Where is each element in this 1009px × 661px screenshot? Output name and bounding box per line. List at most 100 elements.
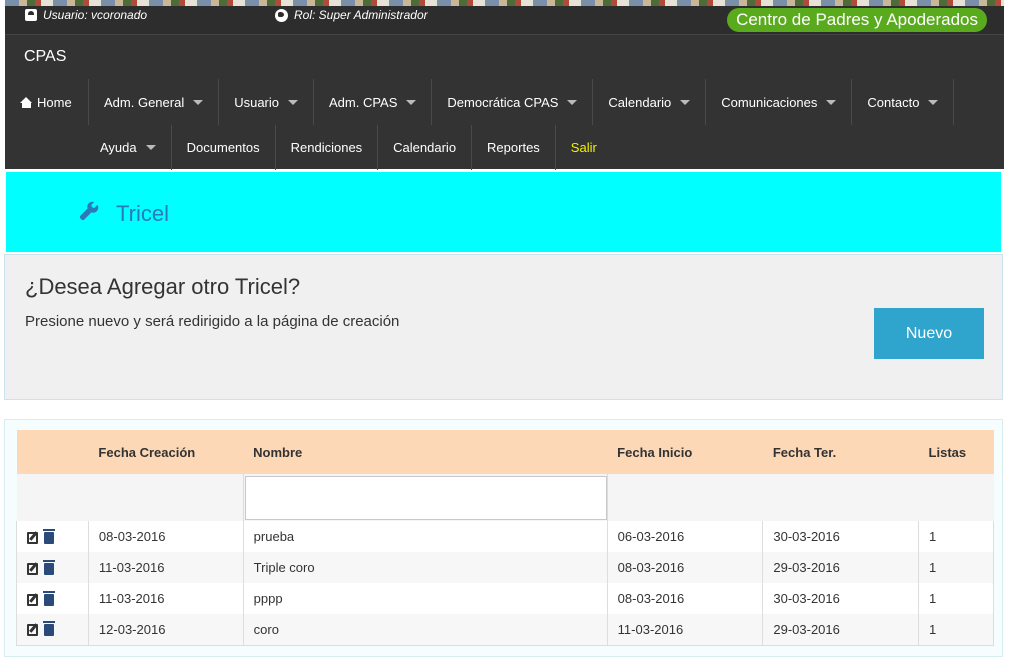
trash-icon[interactable] xyxy=(43,559,55,575)
cell-nombre: prueba xyxy=(242,521,608,552)
cell-nombre: Triple coro xyxy=(242,552,608,583)
cell-fecha-termino: 30-03-2016 xyxy=(762,521,920,552)
nav-label: Reportes xyxy=(487,140,540,155)
trash-icon[interactable] xyxy=(43,590,55,606)
nav-label: Comunicaciones xyxy=(721,94,818,110)
nav-label: Documentos xyxy=(186,140,260,155)
edit-icon[interactable] xyxy=(27,562,38,575)
nav-label: Calendario xyxy=(393,140,457,155)
nav-label: Ayuda xyxy=(100,140,137,155)
panel-description: Presione nuevo y será redirigido a la pá… xyxy=(25,313,400,330)
row-actions xyxy=(16,521,89,552)
cell-fecha-creacion: 12-03-2016 xyxy=(87,614,244,646)
nav-item-rendiciones[interactable]: Rendiciones xyxy=(276,125,379,170)
cell-fecha-inicio: 11-03-2016 xyxy=(606,614,764,646)
cell-listas: 1 xyxy=(918,521,994,552)
cell-nombre: coro xyxy=(242,614,608,646)
nav-item-adm-cpas[interactable]: Adm. CPAS xyxy=(314,79,433,125)
caret-down-icon xyxy=(193,99,204,105)
filter-cell xyxy=(88,474,244,521)
filter-cell xyxy=(607,474,763,521)
nav-label: Rendiciones xyxy=(290,140,363,155)
caret-down-icon xyxy=(826,99,837,105)
nav-item-reportes[interactable]: Reportes xyxy=(472,125,556,170)
page-header: Tricel xyxy=(6,172,1001,252)
row-actions xyxy=(16,552,89,583)
trash-icon[interactable] xyxy=(43,528,55,544)
cell-fecha-inicio: 08-03-2016 xyxy=(606,583,764,614)
edit-icon[interactable] xyxy=(27,531,38,544)
globe-icon xyxy=(275,8,288,22)
cell-fecha-inicio: 06-03-2016 xyxy=(606,521,764,552)
caret-down-icon xyxy=(680,99,691,105)
nav-item-calendario-2[interactable]: Calendario xyxy=(378,125,473,170)
column-header-actions xyxy=(16,430,89,474)
column-header-listas[interactable]: Listas xyxy=(918,430,994,474)
nav-item-home[interactable]: Home xyxy=(5,79,88,125)
cell-fecha-termino: 29-03-2016 xyxy=(762,614,920,646)
column-header-nombre[interactable]: Nombre xyxy=(243,430,608,474)
filter-cell xyxy=(918,474,994,521)
table-row: 11-03-2016 pppp 08-03-2016 30-03-2016 1 xyxy=(16,583,994,614)
org-badge: Centro de Padres y Apoderados xyxy=(727,8,987,32)
user-icon xyxy=(25,9,37,21)
nav-home-label: Home xyxy=(37,94,72,110)
table-header-row: Fecha Creación Nombre Fecha Inicio Fecha… xyxy=(16,430,994,474)
nav-item-usuario[interactable]: Usuario xyxy=(219,79,314,125)
table-row: 12-03-2016 coro 11-03-2016 29-03-2016 1 xyxy=(16,614,994,646)
table-row: 11-03-2016 Triple coro 08-03-2016 29-03-… xyxy=(16,552,994,583)
role-info: Rol: Super Administrador xyxy=(275,8,428,22)
nav-label: Salir xyxy=(570,140,597,155)
caret-down-icon xyxy=(567,99,578,105)
cell-fecha-creacion: 11-03-2016 xyxy=(87,552,244,583)
column-header-fecha-creacion[interactable]: Fecha Creación xyxy=(88,430,244,474)
nav-label: Calendario xyxy=(608,94,672,110)
brand-label[interactable]: CPAS xyxy=(24,48,66,66)
top-banner: Usuario: vcoronado Rol: Super Administra… xyxy=(5,0,1004,34)
main-navbar: CPAS Home Adm. General Usuario Adm. CPAS… xyxy=(5,34,1004,170)
nav-item-adm-general[interactable]: Adm. General xyxy=(88,79,220,125)
cell-listas: 1 xyxy=(918,552,994,583)
nav-item-ayuda[interactable]: Ayuda xyxy=(85,125,172,170)
nuevo-button[interactable]: Nuevo xyxy=(874,308,984,359)
column-header-fecha-termino[interactable]: Fecha Ter. xyxy=(762,430,919,474)
edit-icon[interactable] xyxy=(27,593,38,606)
user-info: Usuario: vcoronado xyxy=(25,8,147,22)
user-label: Usuario: vcoronado xyxy=(43,8,148,22)
page-title: Tricel xyxy=(116,201,169,226)
cell-listas: 1 xyxy=(918,583,994,614)
filter-row xyxy=(16,474,994,521)
row-actions xyxy=(16,583,89,614)
tricel-table-container: Fecha Creación Nombre Fecha Inicio Fecha… xyxy=(4,419,1003,657)
nav-item-democratica-cpas[interactable]: Democrática CPAS xyxy=(432,79,594,125)
nav-item-comunicaciones[interactable]: Comunicaciones xyxy=(706,79,853,125)
panel-heading: ¿Desea Agregar otro Tricel? xyxy=(25,274,301,299)
filter-cell xyxy=(16,474,89,521)
nombre-filter-input[interactable] xyxy=(244,475,607,520)
wrench-icon xyxy=(79,201,99,221)
nav-label: Contacto xyxy=(867,94,920,110)
tricel-table: Fecha Creación Nombre Fecha Inicio Fecha… xyxy=(16,430,994,646)
cell-fecha-termino: 30-03-2016 xyxy=(762,583,920,614)
nav-item-salir[interactable]: Salir xyxy=(556,125,612,170)
nav-label: Adm. General xyxy=(104,94,185,110)
nav-item-documentos[interactable]: Documentos xyxy=(172,125,276,170)
cell-fecha-creacion: 08-03-2016 xyxy=(87,521,244,552)
nav-label: Usuario xyxy=(234,94,279,110)
table-row: 08-03-2016 prueba 06-03-2016 30-03-2016 … xyxy=(16,521,994,552)
caret-down-icon xyxy=(288,99,298,105)
nav-label: Democrática CPAS xyxy=(447,94,559,110)
home-icon xyxy=(20,96,33,108)
cell-listas: 1 xyxy=(918,614,994,646)
edit-icon[interactable] xyxy=(27,624,38,637)
cell-nombre: pppp xyxy=(242,583,608,614)
cell-fecha-inicio: 08-03-2016 xyxy=(606,552,764,583)
nav-item-contacto[interactable]: Contacto xyxy=(852,79,955,125)
column-header-fecha-inicio[interactable]: Fecha Inicio xyxy=(607,430,763,474)
nav-item-calendario[interactable]: Calendario xyxy=(593,79,707,125)
cell-fecha-termino: 29-03-2016 xyxy=(762,552,920,583)
page: Usuario: vcoronado Rol: Super Administra… xyxy=(0,0,1009,661)
caret-down-icon xyxy=(928,99,939,105)
trash-icon[interactable] xyxy=(43,621,55,637)
nav-row-2: Ayuda Documentos Rendiciones Calendario … xyxy=(85,125,612,170)
